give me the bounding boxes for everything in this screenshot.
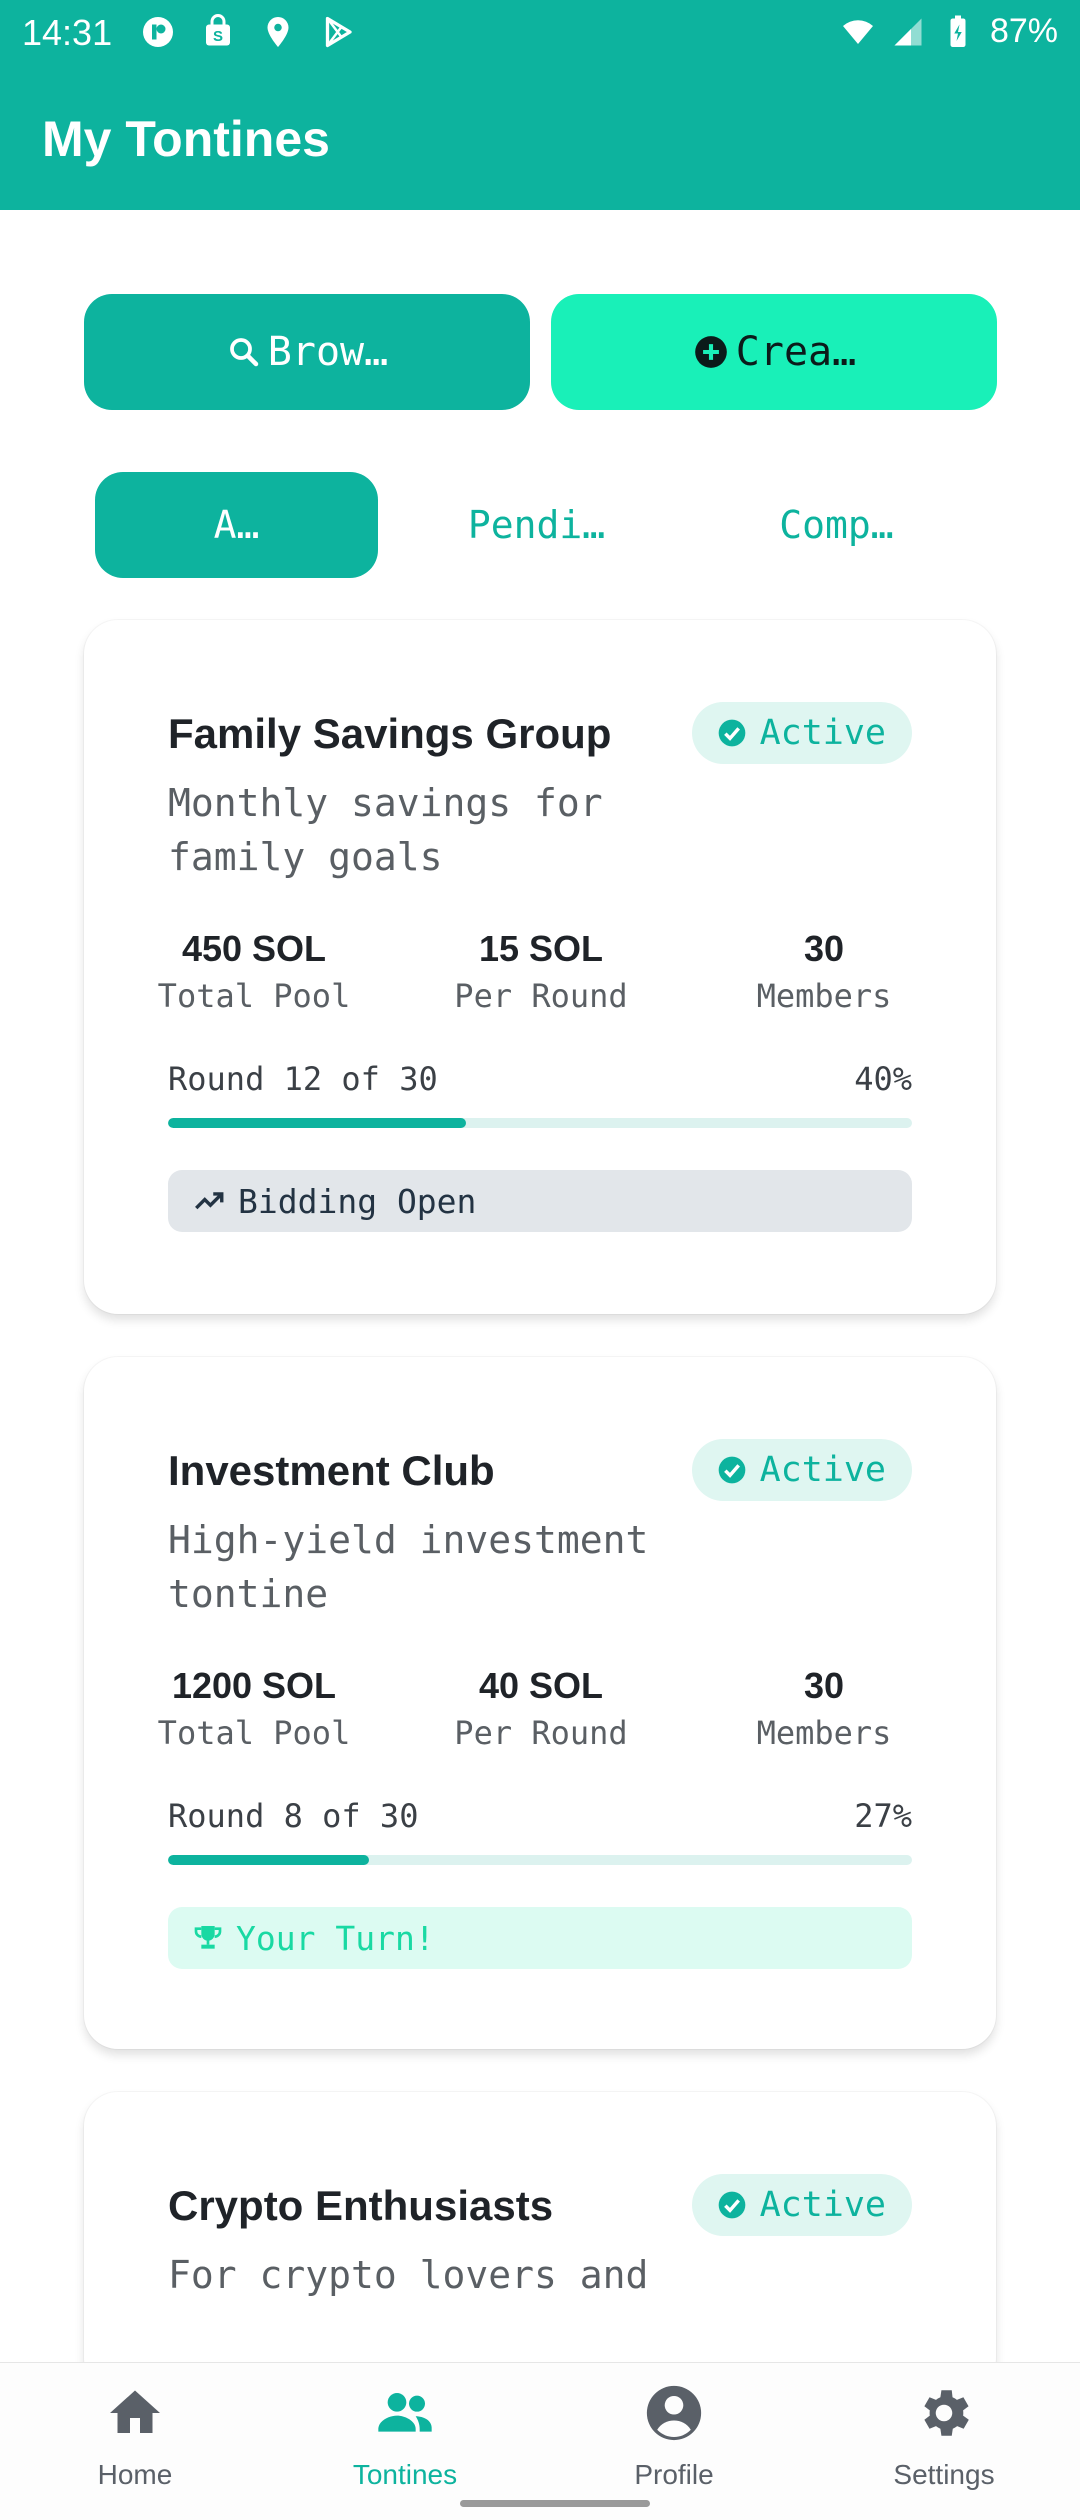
tontine-description: Monthly savings for family goals — [168, 781, 603, 879]
page-title: My Tontines — [42, 111, 330, 167]
status-bar: 14:31 S 87% — [0, 0, 1080, 68]
wifi-icon — [842, 19, 873, 44]
battery-icon — [950, 15, 966, 47]
gear-icon — [924, 2390, 969, 2436]
tontine-card[interactable]: Investment Club Active High-yield invest… — [84, 1357, 996, 2049]
tontine-stats: 1200 SOL Total Pool 40 SOL Per Round 30 … — [158, 1662, 912, 1762]
status-badge-label: Active — [759, 713, 886, 753]
profile-icon — [646, 2385, 702, 2441]
signal-icon — [894, 18, 922, 45]
stat-value: 450 SOL — [181, 928, 327, 969]
stat-value: 1200 SOL — [171, 1665, 337, 1706]
round-text: Round 12 of 30 — [168, 1060, 438, 1098]
stat-value: 30 — [803, 1665, 845, 1706]
nav-label: Profile — [634, 2459, 714, 2490]
pill-label: Bidding Open — [238, 1181, 477, 1221]
tontine-description: High-yield investment tontine — [168, 1518, 649, 1616]
tontine-title: Family Savings Group — [168, 710, 612, 757]
create-button[interactable]: Crea… — [551, 294, 997, 410]
filter-tabs: A… Pendi… Comp… — [95, 472, 985, 578]
tontine-description: For crypto lovers and — [168, 2253, 649, 2297]
pill-label: Your Turn! — [236, 1918, 435, 1958]
check-circle-icon — [718, 1456, 745, 1484]
tab-active[interactable]: A… — [95, 472, 378, 578]
app-notification-icon — [143, 17, 173, 47]
tontine-title: Investment Club — [168, 1447, 495, 1494]
stat-value: 40 SOL — [478, 1665, 604, 1706]
shop-bag-icon: S — [206, 14, 230, 46]
status-badge: Active — [691, 1439, 912, 1501]
stat-total-pool: 450 SOL Total Pool — [144, 925, 364, 1019]
nav-label: Settings — [893, 2459, 995, 2490]
stat-members: 30 Members — [714, 925, 934, 1019]
round-text: Round 8 of 30 — [168, 1797, 419, 1835]
progress-bar-fill — [168, 1118, 466, 1128]
bottom-navigation: Home Tontines Profile Settings — [0, 2362, 1080, 2520]
bidding-open-pill[interactable]: Bidding Open — [168, 1170, 912, 1232]
trophy-icon — [194, 1926, 222, 1949]
nav-label: Tontines — [352, 2459, 458, 2490]
stat-label: Total Pool — [157, 977, 351, 1015]
round-row: Round 12 of 30 40% — [168, 1060, 912, 1110]
status-system-icons: 87% — [840, 12, 1058, 51]
progress-bar — [168, 1855, 912, 1865]
tontine-card[interactable]: Family Savings Group Active Monthly savi… — [84, 620, 996, 1314]
your-turn-pill[interactable]: Your Turn! — [168, 1907, 912, 1969]
nav-home[interactable]: Home — [25, 2381, 245, 2491]
svg-text:S: S — [213, 28, 223, 45]
home-icon — [110, 2390, 160, 2433]
progress-bar-fill — [168, 1855, 369, 1865]
search-icon — [229, 338, 259, 367]
tab-pending[interactable]: Pendi… — [395, 472, 678, 578]
battery-percent: 87% — [989, 12, 1058, 50]
tab-completed[interactable]: Comp… — [695, 472, 978, 578]
trending-up-icon — [195, 1192, 224, 1210]
nav-label: Home — [97, 2459, 173, 2490]
status-badge-label: Active — [759, 1450, 886, 1490]
location-icon — [267, 17, 289, 47]
group-icon — [378, 2393, 432, 2432]
app-bar: My Tontines — [0, 68, 1080, 210]
stat-label: Per Round — [454, 977, 628, 1015]
nav-profile[interactable]: Profile — [564, 2381, 784, 2491]
stat-label: Per Round — [454, 1714, 628, 1752]
stat-value: 15 SOL — [478, 928, 604, 969]
status-badge: Active — [691, 2174, 912, 2236]
stat-value: 30 — [803, 928, 845, 969]
stat-total-pool: 1200 SOL Total Pool — [144, 1662, 364, 1756]
home-indicator[interactable] — [460, 2500, 650, 2507]
add-circle-icon — [694, 336, 727, 368]
check-circle-icon — [718, 719, 745, 747]
stat-per-round: 40 SOL Per Round — [431, 1662, 651, 1756]
browse-button-label: Brow… — [267, 329, 389, 375]
tontine-title: Crypto Enthusiasts — [168, 2182, 554, 2229]
stat-per-round: 15 SOL Per Round — [431, 925, 651, 1019]
status-badge-label: Active — [759, 2185, 886, 2225]
tontine-stats: 450 SOL Total Pool 15 SOL Per Round 30 M… — [158, 925, 912, 1025]
create-button-label: Crea… — [735, 329, 857, 375]
progress-percent: 40% — [854, 1060, 912, 1098]
status-notification-icons: S — [140, 14, 356, 50]
nav-tontines[interactable]: Tontines — [295, 2381, 515, 2491]
nav-settings[interactable]: Settings — [834, 2381, 1054, 2491]
status-time: 14:31 — [22, 12, 113, 53]
stat-label: Members — [756, 1714, 892, 1752]
round-row: Round 8 of 30 27% — [168, 1797, 912, 1847]
play-store-icon — [325, 16, 352, 48]
stat-members: 30 Members — [714, 1662, 934, 1756]
status-badge: Active — [691, 702, 912, 764]
progress-percent: 27% — [854, 1797, 912, 1835]
stat-label: Members — [756, 977, 892, 1015]
browse-button[interactable]: Brow… — [84, 294, 530, 410]
stat-label: Total Pool — [157, 1714, 351, 1752]
progress-bar — [168, 1118, 912, 1128]
tontine-card[interactable]: Crypto Enthusiasts Active For crypto lov… — [84, 2092, 996, 2392]
check-circle-icon — [718, 2191, 745, 2219]
